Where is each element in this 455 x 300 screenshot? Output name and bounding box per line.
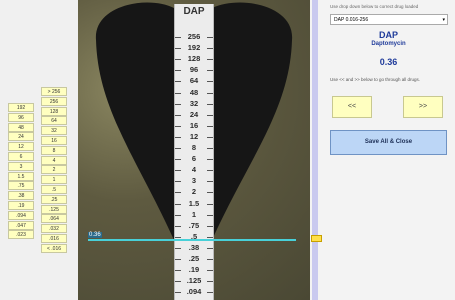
mic-ladder-cell[interactable]: .25: [41, 194, 67, 204]
mic-value: 0.36: [379, 57, 398, 67]
mic-ladder-cell[interactable]: 16: [41, 135, 67, 145]
nav-hint: Use << and >> below to go through all dr…: [330, 77, 421, 82]
etest-strip-image: DAP 256 192 128 96 64 48 32 24 16 12 8 6 4 3 2 1.5 1.75.…: [78, 0, 310, 300]
save-all-close-button[interactable]: Save All & Close: [330, 130, 447, 155]
drug-name: Daptomycin: [371, 41, 406, 47]
drug-select[interactable]: DAP 0.016-256 ▾: [330, 14, 448, 25]
mic-ladder-cell[interactable]: 3: [8, 161, 34, 171]
mic-ladder-cell[interactable]: .38: [8, 191, 34, 201]
strip-title: DAP: [183, 6, 205, 17]
mic-ladder-cell[interactable]: .125: [41, 204, 67, 214]
reading-slider-track[interactable]: [312, 0, 318, 300]
strip-tick: 128: [175, 54, 213, 63]
strip-tick: 2: [175, 187, 213, 196]
reading-label: 0.36: [88, 232, 102, 238]
mic-ladder-cell[interactable]: .5: [41, 184, 67, 194]
mic-ladder-cell[interactable]: .047: [8, 220, 34, 230]
strip-tick: .75: [175, 221, 213, 230]
mic-ladder-cell[interactable]: 128: [41, 106, 67, 116]
mic-ladder-cell[interactable]: 24: [8, 132, 34, 142]
strip-tick: 96: [175, 65, 213, 74]
strip-tick: 48: [175, 88, 213, 97]
strip-tick: 1.5: [175, 199, 213, 208]
next-drug-button[interactable]: >>: [403, 96, 443, 118]
strip-tick: .125: [175, 276, 213, 285]
control-panel: Use drop down below to correct drug load…: [322, 0, 455, 300]
mic-ladder-cell[interactable]: < .016: [41, 243, 67, 253]
mic-ladder-cell[interactable]: 1.5: [8, 171, 34, 181]
mic-ladder-cell[interactable]: 8: [41, 145, 67, 155]
mic-ladder-cell[interactable]: 1: [41, 175, 67, 185]
mic-ladder-cell[interactable]: 2: [41, 165, 67, 175]
mic-column-a: 192 96 48 24 12 6 3 1.5.75.38.19.094.047.023: [8, 103, 34, 240]
mic-ladder-cell[interactable]: 192: [8, 103, 34, 112]
drug-select-hint: Use drop down below to correct drug load…: [330, 4, 419, 9]
strip-scale: DAP 256 192 128 96 64 48 32 24 16 12 8 6 4 3 2 1.5 1.75.…: [174, 4, 214, 300]
mic-ladder-cell[interactable]: .064: [41, 214, 67, 224]
strip-tick: .19: [175, 265, 213, 274]
mic-ladder-cell[interactable]: 6: [8, 151, 34, 161]
previous-drug-button[interactable]: <<: [332, 96, 372, 118]
strip-tick: .094: [175, 287, 213, 296]
strip-tick: 16: [175, 121, 213, 130]
mic-ladder-cell[interactable]: .032: [41, 224, 67, 234]
mic-ladder-cell[interactable]: 12: [8, 142, 34, 152]
strip-tick: 8: [175, 143, 213, 152]
strip-tick: 6: [175, 154, 213, 163]
strip-tick: 24: [175, 110, 213, 119]
drug-select-value: DAP 0.016-256: [334, 17, 369, 23]
mic-ladder-cell[interactable]: 256: [41, 96, 67, 106]
drug-code: DAP: [378, 30, 398, 40]
mic-ladder-cell[interactable]: .016: [41, 233, 67, 243]
mic-ladder-cell[interactable]: .19: [8, 200, 34, 210]
mic-ladder-cell[interactable]: > 256: [41, 87, 67, 96]
mic-ladder-cell[interactable]: 32: [41, 126, 67, 136]
reading-slider-thumb[interactable]: [311, 235, 322, 242]
mic-ladder-cell[interactable]: 96: [8, 112, 34, 122]
strip-tick: 1: [175, 210, 213, 219]
strip-tick: .25: [175, 254, 213, 263]
mic-ladder-panel: 192 96 48 24 12 6 3 1.5.75.38.19.094.047.023 > …: [0, 0, 78, 300]
strip-tick: 192: [175, 43, 213, 52]
mic-ladder-cell[interactable]: 4: [41, 155, 67, 165]
strip-tick: 3: [175, 176, 213, 185]
mic-ladder-cell[interactable]: .75: [8, 181, 34, 191]
mic-ladder-cell[interactable]: .094: [8, 210, 34, 220]
reading-line[interactable]: [88, 239, 296, 241]
mic-ladder-cell[interactable]: 48: [8, 122, 34, 132]
strip-tick: 12: [175, 132, 213, 141]
strip-tick: .38: [175, 243, 213, 252]
mic-ladder-cell[interactable]: 64: [41, 116, 67, 126]
mic-ladder-cell[interactable]: .023: [8, 230, 34, 240]
mic-column-b: > 256 256 128 64 32 16 8 4 2 1.5.25.125.064.032.0…: [41, 87, 67, 254]
strip-tick: 32: [175, 99, 213, 108]
strip-tick: 4: [175, 165, 213, 174]
strip-tick: 256: [175, 32, 213, 41]
strip-tick: 64: [175, 76, 213, 85]
chevron-down-icon[interactable]: ▾: [442, 15, 445, 25]
